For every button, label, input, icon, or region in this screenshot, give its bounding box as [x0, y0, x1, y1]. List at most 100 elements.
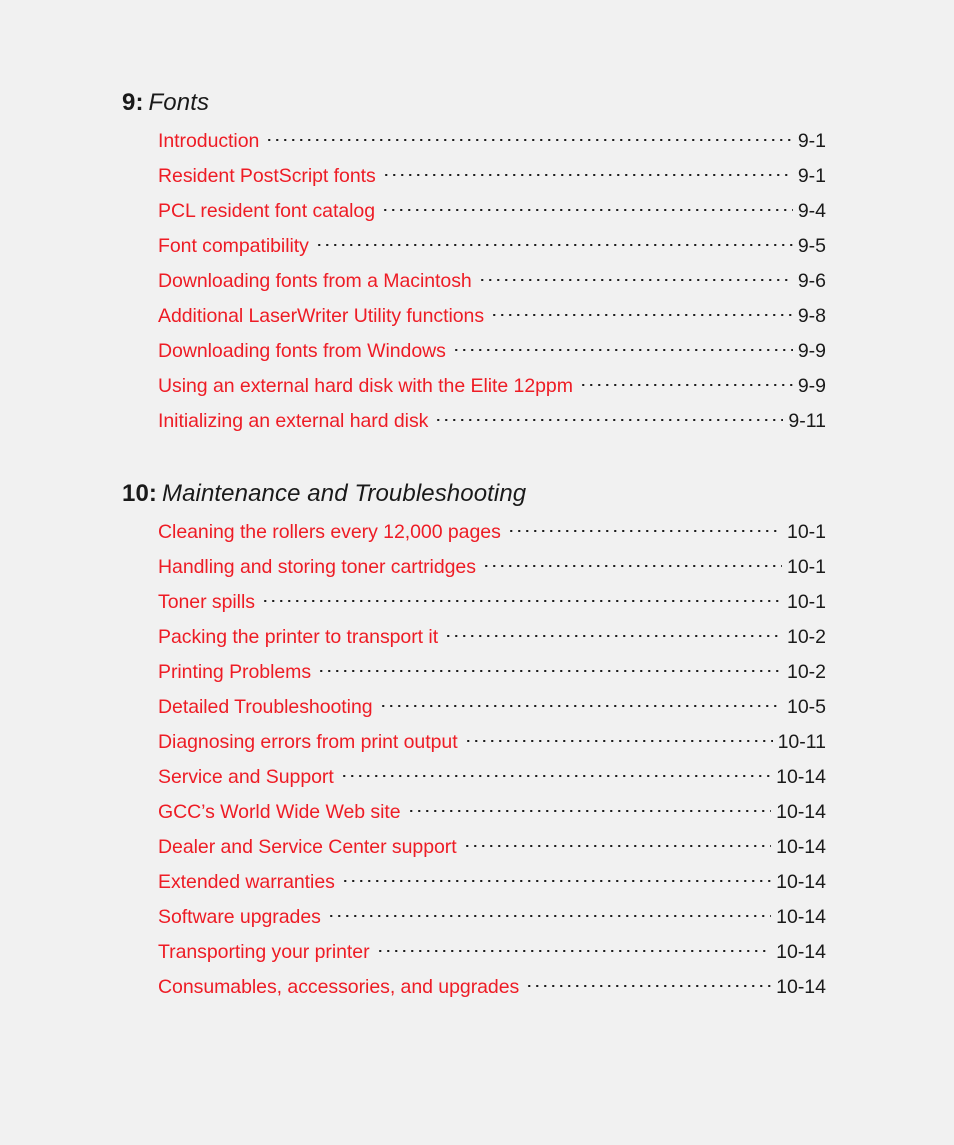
- chapter-title: Maintenance and Troubleshooting: [162, 480, 527, 507]
- toc-entry-label[interactable]: PCL resident font catalog: [158, 194, 375, 229]
- chapter-title: Fonts: [148, 89, 210, 116]
- toc-entry[interactable]: Introduction 9-1: [158, 124, 826, 159]
- toc-entry-label[interactable]: Downloading fonts from a Macintosh: [158, 264, 472, 299]
- toc-entry[interactable]: Toner spills 10-1: [158, 585, 826, 620]
- toc-section: 9: Fonts Introduction 9-1 Resident PostScrip…: [122, 88, 826, 439]
- dot-leader: [466, 729, 773, 749]
- toc-entry[interactable]: Detailed Troubleshooting 10-5: [158, 690, 826, 725]
- toc-entry[interactable]: Diagnosing errors from print output 10-11: [158, 725, 826, 760]
- toc-entry-label[interactable]: Additional LaserWriter Utility functions: [158, 299, 484, 334]
- dot-leader: [480, 268, 793, 288]
- toc-entry-page-number[interactable]: 10-2: [787, 620, 826, 655]
- toc-entry-label[interactable]: Downloading fonts from Windows: [158, 334, 446, 369]
- toc-entry-page-number[interactable]: 9-1: [798, 124, 826, 159]
- toc-entry-page-number[interactable]: 10-14: [776, 795, 826, 830]
- toc-entry[interactable]: PCL resident font catalog 9-4: [158, 194, 826, 229]
- dot-leader: [384, 198, 793, 218]
- toc-entry-page-number[interactable]: 9-11: [788, 404, 826, 439]
- toc-entry[interactable]: Dealer and Service Center support 10-14: [158, 830, 826, 865]
- toc-entry-label[interactable]: Printing Problems: [158, 655, 311, 690]
- toc-entry[interactable]: Software upgrades 10-14: [158, 900, 826, 935]
- toc-entry-label[interactable]: Cleaning the rollers every 12,000 pages: [158, 515, 501, 550]
- toc-entry-list: Introduction 9-1 Resident PostScript fonts…: [122, 124, 826, 439]
- chapter-number: 9:: [122, 89, 144, 116]
- toc-entry-page-number[interactable]: 9-5: [798, 229, 826, 264]
- toc-entry[interactable]: Additional LaserWriter Utility functions…: [158, 299, 826, 334]
- toc-entry-label[interactable]: Initializing an external hard disk: [158, 404, 428, 439]
- toc-entry-label[interactable]: Service and Support: [158, 760, 334, 795]
- toc-entry-page-number[interactable]: 10-14: [776, 900, 826, 935]
- toc-entry-page-number[interactable]: 10-14: [776, 970, 826, 1005]
- toc-entry[interactable]: Font compatibility 9-5: [158, 229, 826, 264]
- chapter-heading: 9: Fonts: [122, 88, 826, 118]
- toc-entry[interactable]: Packing the printer to transport it 10-2: [158, 620, 826, 655]
- toc-entry-label[interactable]: Using an external hard disk with the Eli…: [158, 369, 573, 404]
- toc-entry-label[interactable]: Software upgrades: [158, 900, 321, 935]
- dot-leader: [528, 974, 772, 994]
- toc-entry[interactable]: Downloading fonts from a Macintosh 9-6: [158, 264, 826, 299]
- dot-leader: [263, 589, 782, 609]
- dot-leader: [437, 408, 784, 428]
- toc-entry-page-number[interactable]: 10-1: [787, 550, 826, 585]
- dot-leader: [320, 659, 782, 679]
- toc-entry-label[interactable]: Resident PostScript fonts: [158, 159, 376, 194]
- toc-entry-label[interactable]: Font compatibility: [158, 229, 309, 264]
- toc-entry[interactable]: Downloading fonts from Windows 9-9: [158, 334, 826, 369]
- dot-leader: [378, 939, 772, 959]
- toc-entry-label[interactable]: Consumables, accessories, and upgrades: [158, 970, 519, 1005]
- dot-leader: [484, 554, 782, 574]
- toc-entry-page-number[interactable]: 10-14: [776, 865, 826, 900]
- dot-leader: [317, 233, 793, 253]
- toc-entry-label[interactable]: Packing the printer to transport it: [158, 620, 438, 655]
- toc-entry[interactable]: Using an external hard disk with the Eli…: [158, 369, 826, 404]
- toc-entry-page-number[interactable]: 10-1: [787, 515, 826, 550]
- dot-leader: [581, 373, 793, 393]
- dot-leader: [493, 303, 793, 323]
- toc-entry[interactable]: Initializing an external hard disk 9-11: [158, 404, 826, 439]
- toc-entry-page-number[interactable]: 9-6: [798, 264, 826, 299]
- toc-entry-page-number[interactable]: 10-14: [776, 830, 826, 865]
- dot-leader: [329, 904, 772, 924]
- dot-leader: [268, 128, 793, 148]
- toc-entry-label[interactable]: Dealer and Service Center support: [158, 830, 457, 865]
- toc-entry[interactable]: Service and Support 10-14: [158, 760, 826, 795]
- dot-leader: [465, 834, 772, 854]
- toc-entry-page-number[interactable]: 9-9: [798, 334, 826, 369]
- toc-entry-page-number[interactable]: 9-8: [798, 299, 826, 334]
- dot-leader: [381, 694, 782, 714]
- toc-entry-label[interactable]: Introduction: [158, 124, 259, 159]
- toc-entry-page-number[interactable]: 9-9: [798, 369, 826, 404]
- toc-entry-page-number[interactable]: 10-1: [787, 585, 826, 620]
- toc-entry-page-number[interactable]: 10-14: [776, 935, 826, 970]
- toc-entry-label[interactable]: Transporting your printer: [158, 935, 370, 970]
- toc-entry-label[interactable]: Detailed Troubleshooting: [158, 690, 373, 725]
- toc-entry-page-number[interactable]: 10-14: [776, 760, 826, 795]
- dot-leader: [384, 163, 793, 183]
- toc-entry-label[interactable]: Diagnosing errors from print output: [158, 725, 458, 760]
- toc-section: 10: Maintenance and Troubleshooting Cleani…: [122, 479, 826, 1005]
- toc-entry[interactable]: Resident PostScript fonts 9-1: [158, 159, 826, 194]
- toc-entry-page-number[interactable]: 10-11: [778, 725, 826, 760]
- toc-entry-label[interactable]: Toner spills: [158, 585, 255, 620]
- toc-entry-label[interactable]: Extended warranties: [158, 865, 335, 900]
- toc-entry[interactable]: Cleaning the rollers every 12,000 pages 1…: [158, 515, 826, 550]
- chapter-number: 10:: [122, 480, 157, 507]
- toc-entry-page-number[interactable]: 9-4: [798, 194, 826, 229]
- toc-entry[interactable]: Printing Problems 10-2: [158, 655, 826, 690]
- toc-entry[interactable]: Transporting your printer 10-14: [158, 935, 826, 970]
- dot-leader: [509, 519, 782, 539]
- dot-leader: [447, 624, 782, 644]
- toc-entry[interactable]: Extended warranties 10-14: [158, 865, 826, 900]
- toc-entry[interactable]: GCC’s World Wide Web site 10-14: [158, 795, 826, 830]
- dot-leader: [409, 799, 772, 819]
- dot-leader: [454, 338, 793, 358]
- toc-entry-label[interactable]: GCC’s World Wide Web site: [158, 795, 401, 830]
- toc-entry-page-number[interactable]: 10-2: [787, 655, 826, 690]
- chapter-heading: 10: Maintenance and Troubleshooting: [122, 479, 826, 509]
- dot-leader: [343, 869, 772, 889]
- toc-entry-label[interactable]: Handling and storing toner cartridges: [158, 550, 476, 585]
- toc-entry[interactable]: Handling and storing toner cartridges 10-…: [158, 550, 826, 585]
- toc-entry-page-number[interactable]: 9-1: [798, 159, 826, 194]
- toc-entry[interactable]: Consumables, accessories, and upgrades 10…: [158, 970, 826, 1005]
- toc-entry-page-number[interactable]: 10-5: [787, 690, 826, 725]
